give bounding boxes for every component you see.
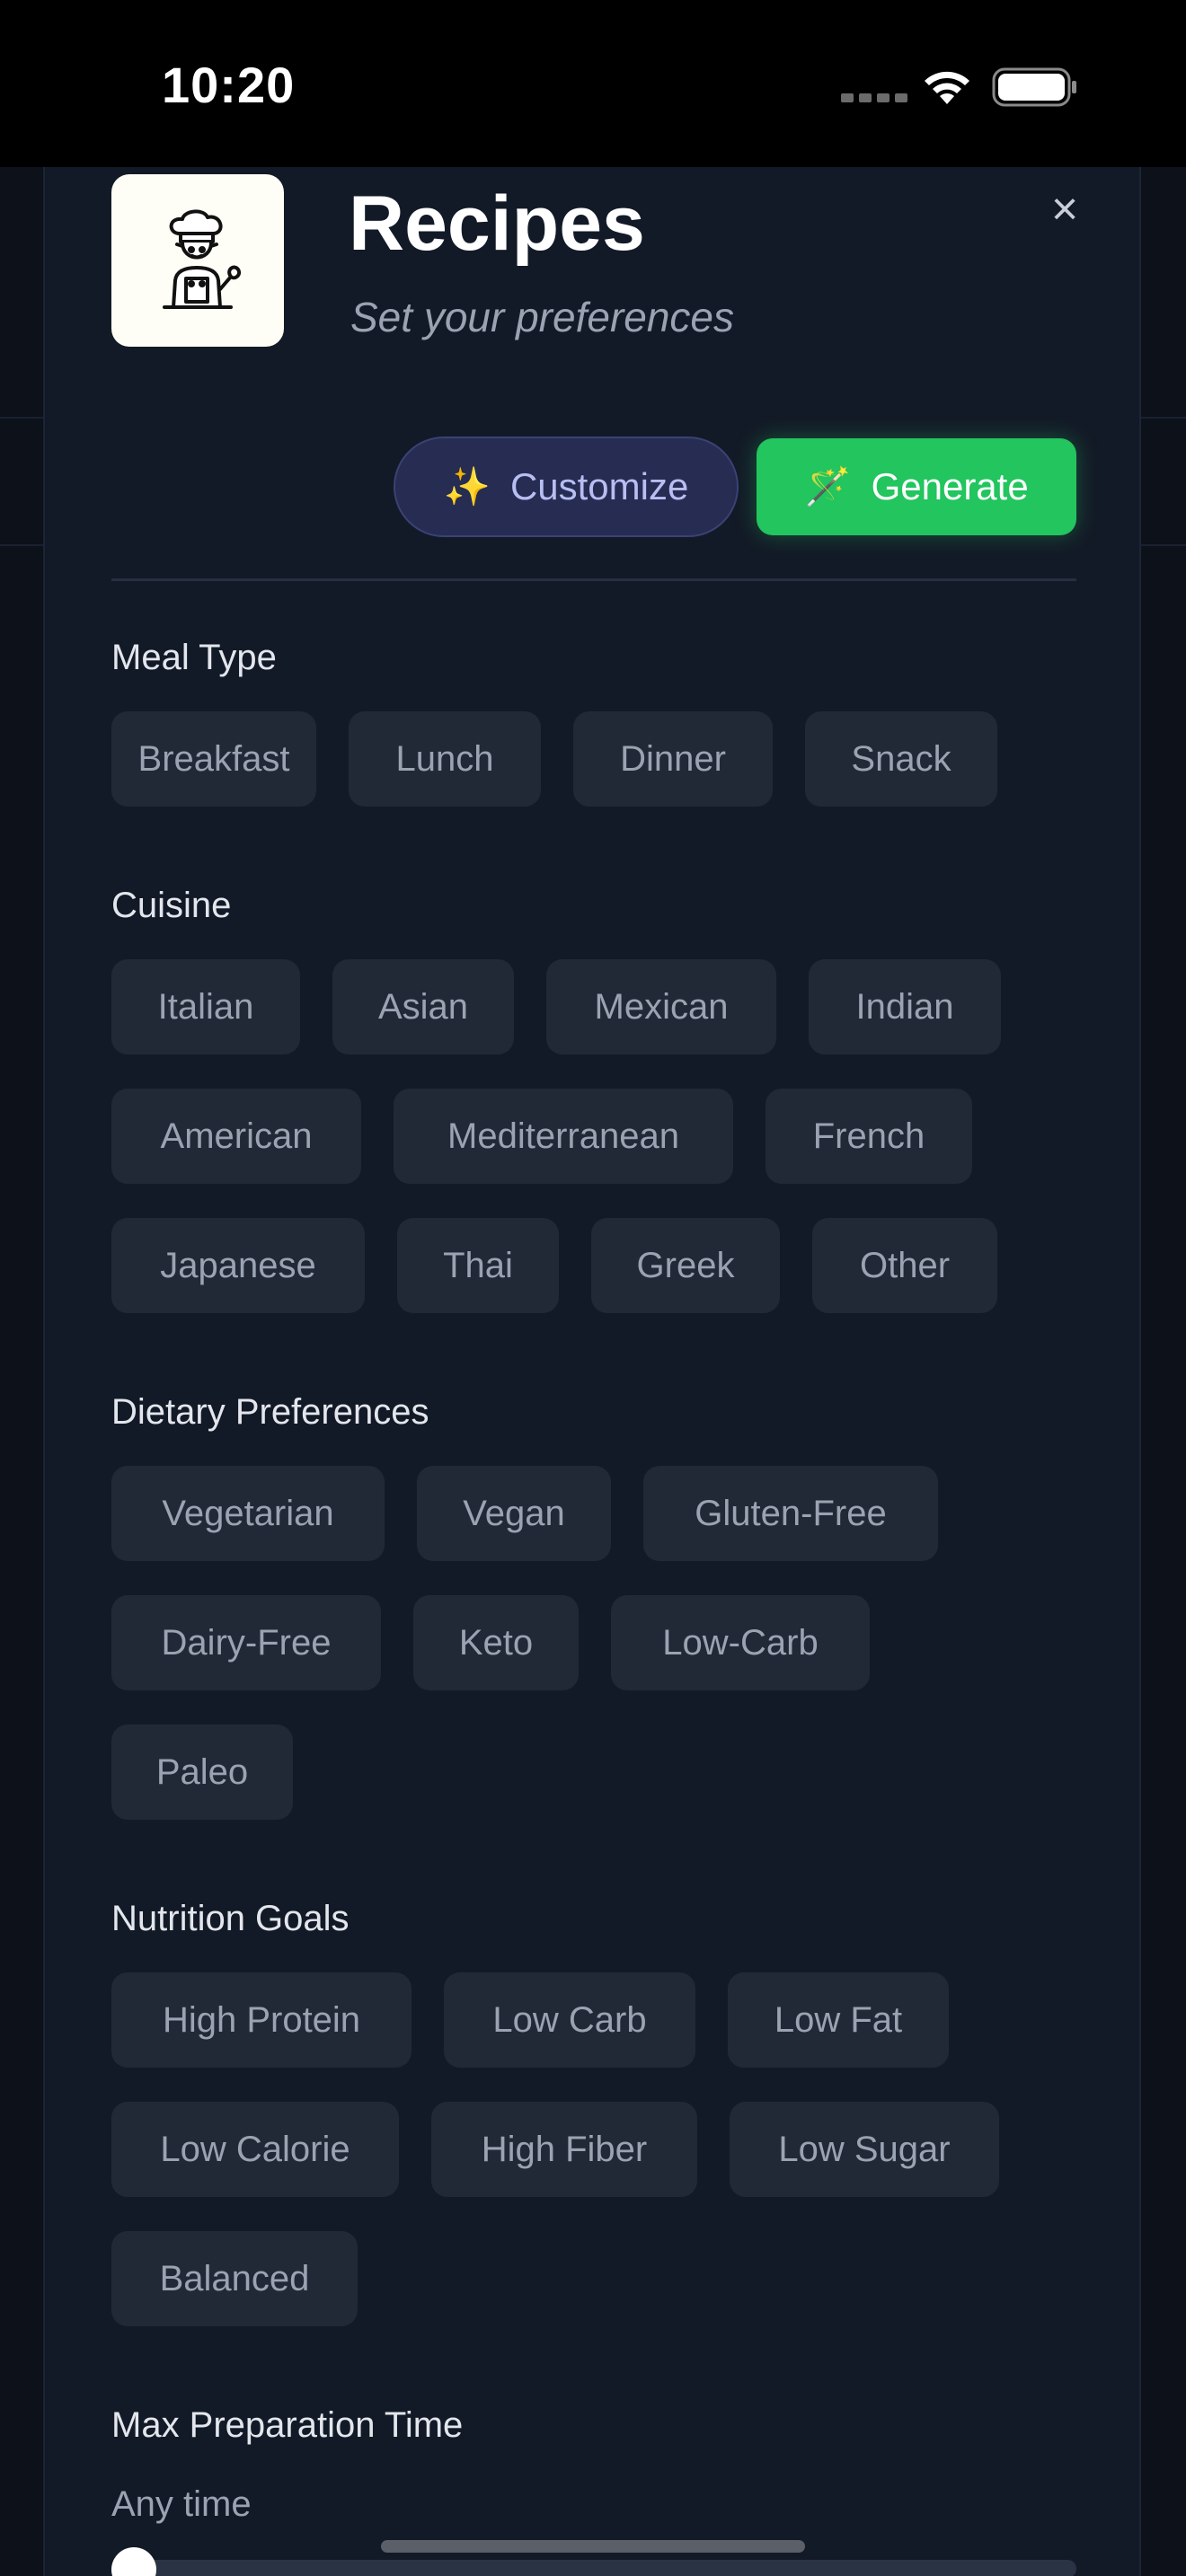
chip-cuisine-thai[interactable]: Thai [397, 1218, 559, 1313]
chip-cuisine-mediterranean[interactable]: Mediterranean [394, 1089, 733, 1184]
customize-label: Customize [509, 465, 689, 507]
chip-diet-dairy-free[interactable]: Dairy-Free [111, 1595, 381, 1690]
chip-diet-vegan[interactable]: Vegan [417, 1466, 611, 1561]
generate-label: Generate [871, 465, 1029, 507]
prep-time-value: Any time [111, 2484, 252, 2524]
chip-nutrition-low-fat[interactable]: Low Fat [728, 1972, 949, 2068]
chip-cuisine-mexican[interactable]: Mexican [546, 959, 776, 1054]
meal-type-label: Meal Type [111, 638, 277, 677]
chip-cuisine-japanese[interactable]: Japanese [111, 1218, 365, 1313]
status-time: 10:20 [162, 57, 296, 113]
chip-nutrition-high-protein[interactable]: High Protein [111, 1972, 412, 2068]
cellular-icon [841, 93, 907, 102]
chef-logo-icon [111, 174, 284, 347]
chip-diet-keto[interactable]: Keto [413, 1595, 579, 1690]
generate-button[interactable]: 🪄 Generate [757, 438, 1076, 535]
sparkles-icon: ✨ [443, 465, 491, 507]
preferences-sheet: Recipes Set your preferences × ✨ Customi… [43, 167, 1141, 2576]
close-icon[interactable]: × [1042, 186, 1087, 233]
chip-nutrition-low-carb[interactable]: Low Carb [444, 1972, 695, 2068]
chip-nutrition-low-sugar[interactable]: Low Sugar [730, 2102, 999, 2197]
chip-diet-vegetarian[interactable]: Vegetarian [111, 1466, 385, 1561]
cuisine-label: Cuisine [111, 886, 232, 925]
chip-cuisine-greek[interactable]: Greek [591, 1218, 780, 1313]
divider [111, 578, 1076, 581]
battery-icon [992, 67, 1076, 107]
chip-meal-snack[interactable]: Snack [805, 711, 997, 807]
wifi-icon [925, 71, 969, 104]
chip-nutrition-low-calorie[interactable]: Low Calorie [111, 2102, 399, 2197]
prep-time-slider[interactable] [111, 2560, 1076, 2576]
magic-wand-icon: 🪄 [804, 465, 852, 507]
chip-diet-low-carb[interactable]: Low-Carb [611, 1595, 870, 1690]
nutrition-label: Nutrition Goals [111, 1899, 350, 1938]
prep-time-label: Max Preparation Time [111, 2405, 464, 2445]
page-subtitle: Set your preferences [350, 294, 735, 340]
status-bar: 10:20 [0, 0, 1186, 167]
dietary-label: Dietary Preferences [111, 1392, 429, 1432]
chip-nutrition-high-fiber[interactable]: High Fiber [431, 2102, 697, 2197]
home-indicator [381, 2540, 805, 2553]
slider-thumb[interactable] [111, 2547, 156, 2576]
chip-diet-gluten-free[interactable]: Gluten-Free [643, 1466, 938, 1561]
customize-button[interactable]: ✨ Customize [394, 437, 739, 537]
chip-meal-breakfast[interactable]: Breakfast [111, 711, 316, 807]
chip-cuisine-italian[interactable]: Italian [111, 959, 300, 1054]
chip-cuisine-indian[interactable]: Indian [809, 959, 1001, 1054]
chip-meal-lunch[interactable]: Lunch [349, 711, 541, 807]
chip-nutrition-balanced[interactable]: Balanced [111, 2231, 358, 2326]
chip-cuisine-other[interactable]: Other [812, 1218, 997, 1313]
chip-diet-paleo[interactable]: Paleo [111, 1725, 293, 1820]
chip-cuisine-french[interactable]: French [766, 1089, 972, 1184]
chip-cuisine-asian[interactable]: Asian [332, 959, 514, 1054]
chip-cuisine-american[interactable]: American [111, 1089, 361, 1184]
chip-meal-dinner[interactable]: Dinner [573, 711, 773, 807]
page-title: Recipes [349, 181, 645, 267]
